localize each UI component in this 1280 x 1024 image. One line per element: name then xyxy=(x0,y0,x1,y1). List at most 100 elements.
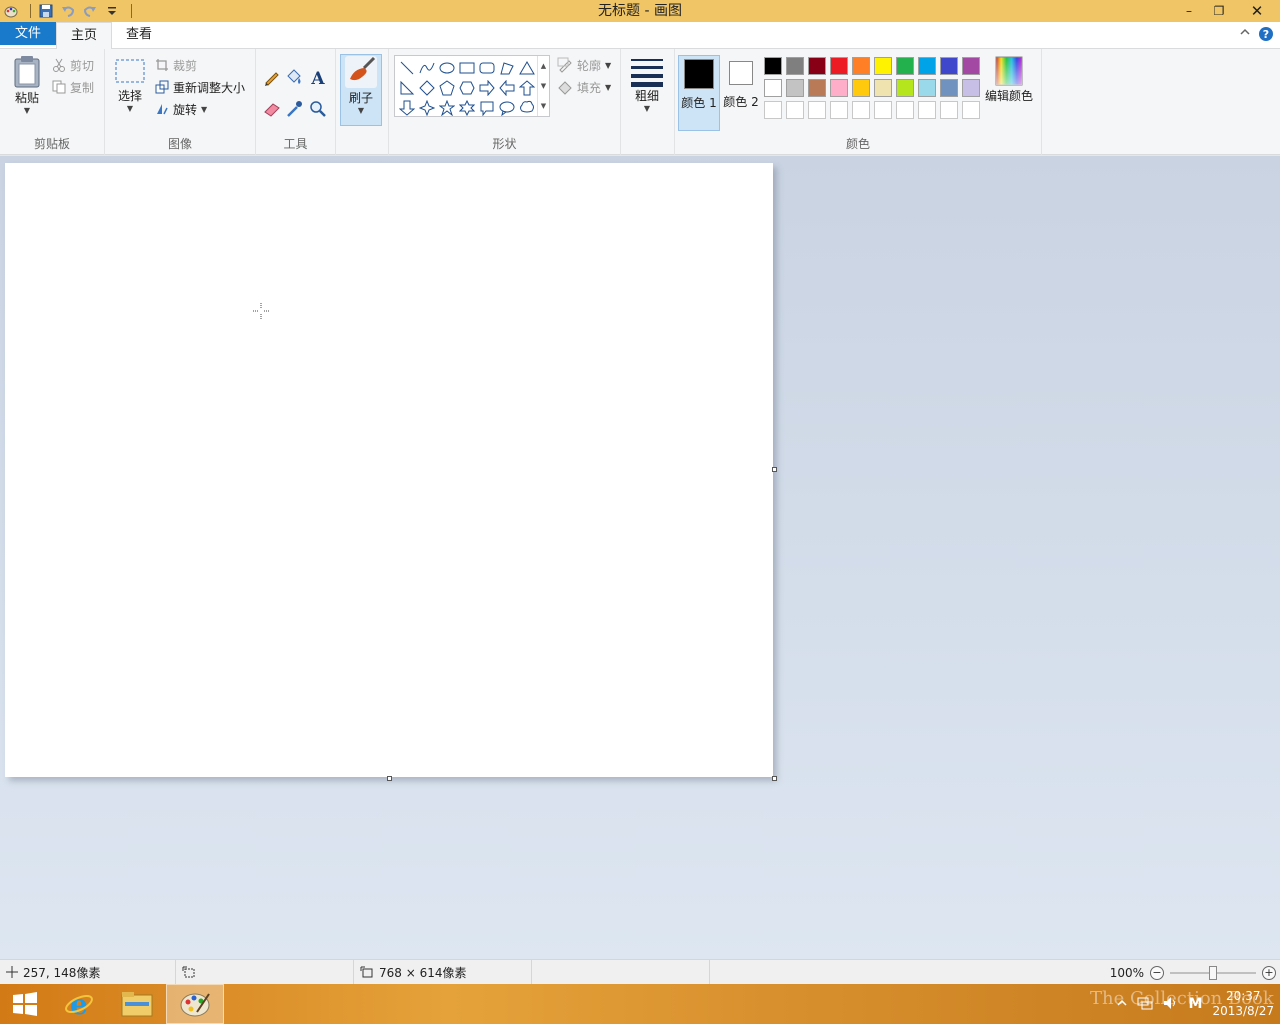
palette-color-swatch[interactable] xyxy=(916,99,938,121)
eraser-icon[interactable] xyxy=(262,99,282,119)
palette-color-swatch[interactable] xyxy=(828,55,850,77)
tab-home[interactable]: 主页 xyxy=(56,22,113,49)
outline-button[interactable]: 轮廓 ▼ xyxy=(557,55,611,75)
redo-icon[interactable] xyxy=(81,2,99,20)
palette-color-swatch[interactable] xyxy=(916,55,938,77)
edit-colors-button[interactable]: 编辑颜色 xyxy=(984,55,1034,104)
curve-shape-icon[interactable] xyxy=(417,58,437,78)
palette-color-swatch[interactable] xyxy=(872,77,894,99)
minimize-button[interactable]: – xyxy=(1174,0,1204,22)
up-arrow-shape-icon[interactable] xyxy=(517,78,537,98)
palette-color-swatch[interactable] xyxy=(872,55,894,77)
palette-color-swatch[interactable] xyxy=(960,55,982,77)
pentagon-shape-icon[interactable] xyxy=(437,78,457,98)
diamond-shape-icon[interactable] xyxy=(417,78,437,98)
restore-button[interactable]: ❐ xyxy=(1204,0,1234,22)
palette-color-swatch[interactable] xyxy=(806,99,828,121)
palette-color-swatch[interactable] xyxy=(938,99,960,121)
fill-bucket-icon[interactable] xyxy=(284,67,304,87)
shapes-scrollbar[interactable]: ▲ ▼ ▼ xyxy=(537,56,549,116)
palette-color-swatch[interactable] xyxy=(784,99,806,121)
close-button[interactable]: ✕ xyxy=(1234,0,1280,22)
customize-qat-icon[interactable] xyxy=(103,2,121,20)
drawing-canvas[interactable] xyxy=(5,163,773,777)
color-picker-icon[interactable] xyxy=(284,99,304,119)
rounded-rectangle-shape-icon[interactable] xyxy=(477,58,497,78)
ime-indicator[interactable]: M xyxy=(1189,996,1203,1012)
five-point-star-shape-icon[interactable] xyxy=(437,98,457,118)
volume-icon[interactable] xyxy=(1163,996,1179,1013)
left-arrow-shape-icon[interactable] xyxy=(497,78,517,98)
cut-button[interactable]: 剪切 xyxy=(52,55,94,75)
clock[interactable]: 20:37 2013/8/27 xyxy=(1212,989,1274,1019)
network-icon[interactable] xyxy=(1137,996,1153,1013)
save-icon[interactable] xyxy=(37,2,55,20)
cloud-callout-shape-icon[interactable] xyxy=(517,98,537,118)
palette-color-swatch[interactable] xyxy=(916,77,938,99)
copy-button[interactable]: 复制 xyxy=(52,77,94,97)
paint-app-icon[interactable] xyxy=(2,2,20,20)
show-hidden-icons[interactable] xyxy=(1117,997,1127,1011)
polygon-shape-icon[interactable] xyxy=(497,58,517,78)
expand-gallery-icon[interactable]: ▼ xyxy=(541,102,546,110)
pencil-icon[interactable] xyxy=(262,67,282,87)
rotate-button[interactable]: 旋转 ▼ xyxy=(155,99,207,119)
palette-color-swatch[interactable] xyxy=(828,77,850,99)
line-shape-icon[interactable] xyxy=(397,58,417,78)
four-point-star-shape-icon[interactable] xyxy=(417,98,437,118)
oval-shape-icon[interactable] xyxy=(437,58,457,78)
right-arrow-shape-icon[interactable] xyxy=(477,78,497,98)
palette-color-swatch[interactable] xyxy=(850,99,872,121)
taskbar-paint[interactable] xyxy=(166,984,224,1024)
zoom-in-button[interactable]: + xyxy=(1262,965,1276,980)
palette-color-swatch[interactable] xyxy=(762,55,784,77)
tab-file[interactable]: 文件 xyxy=(0,22,56,45)
six-point-star-shape-icon[interactable] xyxy=(457,98,477,118)
resize-handle-corner[interactable] xyxy=(772,776,777,781)
select-button[interactable]: 选择 ▼ xyxy=(113,57,147,113)
tab-view[interactable]: 查看 xyxy=(112,22,166,48)
zoom-out-button[interactable]: − xyxy=(1150,965,1164,980)
palette-color-swatch[interactable] xyxy=(762,99,784,121)
resize-button[interactable]: 重新调整大小 xyxy=(155,77,245,97)
oval-callout-shape-icon[interactable] xyxy=(497,98,517,118)
palette-color-swatch[interactable] xyxy=(806,77,828,99)
palette-color-swatch[interactable] xyxy=(806,55,828,77)
fill-button[interactable]: 填充 ▼ xyxy=(557,77,611,97)
undo-icon[interactable] xyxy=(59,2,77,20)
resize-handle-bottom[interactable] xyxy=(387,776,392,781)
palette-color-swatch[interactable] xyxy=(850,55,872,77)
scroll-down-icon[interactable]: ▼ xyxy=(541,82,546,90)
palette-color-swatch[interactable] xyxy=(960,77,982,99)
taskbar-file-explorer[interactable] xyxy=(108,984,166,1024)
help-icon[interactable]: ? xyxy=(1258,26,1274,45)
color2-button[interactable]: 颜色 2 xyxy=(720,55,762,131)
palette-color-swatch[interactable] xyxy=(872,99,894,121)
palette-color-swatch[interactable] xyxy=(850,77,872,99)
palette-color-swatch[interactable] xyxy=(828,99,850,121)
magnifier-icon[interactable] xyxy=(308,99,328,119)
palette-color-swatch[interactable] xyxy=(894,99,916,121)
palette-color-swatch[interactable] xyxy=(762,77,784,99)
right-triangle-shape-icon[interactable] xyxy=(397,78,417,98)
size-button[interactable]: 粗细 ▼ xyxy=(627,57,667,113)
down-arrow-shape-icon[interactable] xyxy=(397,98,417,118)
minimize-ribbon-icon[interactable] xyxy=(1240,26,1250,45)
hexagon-shape-icon[interactable] xyxy=(457,78,477,98)
palette-color-swatch[interactable] xyxy=(960,99,982,121)
brushes-button[interactable]: 刷子 ▼ xyxy=(340,54,382,126)
palette-color-swatch[interactable] xyxy=(784,55,806,77)
zoom-slider-thumb[interactable] xyxy=(1209,965,1217,980)
palette-color-swatch[interactable] xyxy=(938,77,960,99)
resize-handle-right[interactable] xyxy=(772,467,777,472)
color1-button[interactable]: 颜色 1 xyxy=(678,55,720,131)
palette-color-swatch[interactable] xyxy=(894,77,916,99)
palette-color-swatch[interactable] xyxy=(784,77,806,99)
triangle-shape-icon[interactable] xyxy=(517,58,537,78)
taskbar-internet-explorer[interactable]: e xyxy=(50,984,108,1024)
zoom-slider[interactable] xyxy=(1170,965,1256,980)
scroll-up-icon[interactable]: ▲ xyxy=(541,62,546,70)
rounded-callout-shape-icon[interactable] xyxy=(477,98,497,118)
crop-button[interactable]: 裁剪 xyxy=(155,55,197,75)
start-button[interactable] xyxy=(0,984,50,1024)
